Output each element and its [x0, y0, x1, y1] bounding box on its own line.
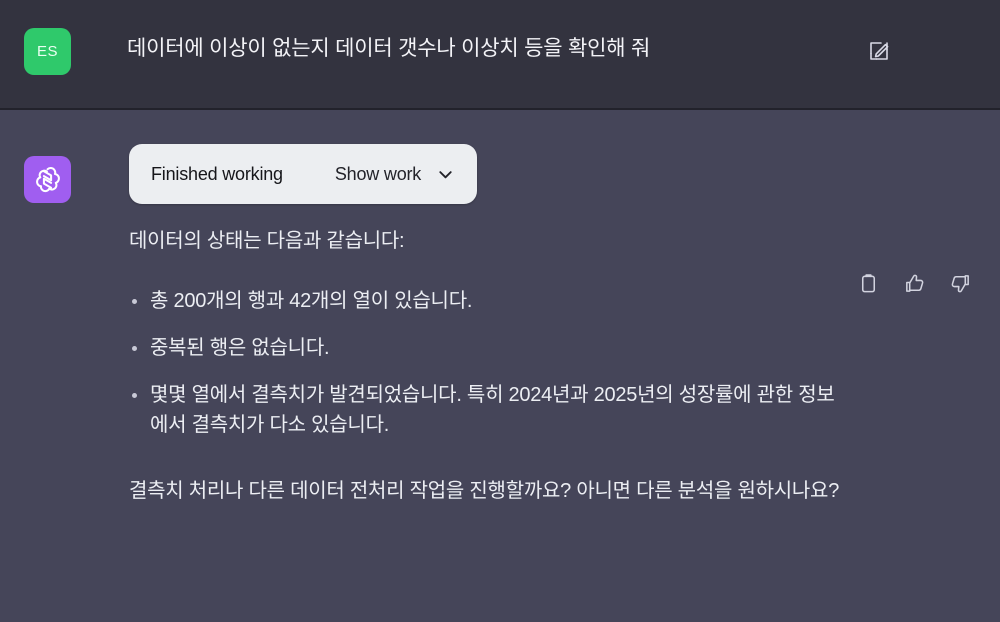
- list-item: 총 200개의 행과 42개의 열이 있습니다.: [129, 286, 846, 316]
- openai-logo-icon: [32, 164, 63, 195]
- thumbs-down-icon: [949, 272, 972, 295]
- list-item: 몇몇 열에서 결측치가 발견되었습니다. 특히 2024년과 2025년의 성장…: [129, 380, 846, 440]
- assistant-bullet-list: 총 200개의 행과 42개의 열이 있습니다. 중복된 행은 없습니다. 몇몇…: [129, 286, 846, 440]
- thumbs-down-button[interactable]: [947, 270, 973, 296]
- thumbs-up-button[interactable]: [901, 270, 927, 296]
- finished-working-label: Finished working: [151, 163, 283, 184]
- finished-working-card[interactable]: Finished working Show work: [129, 144, 478, 204]
- user-avatar: ES: [24, 28, 71, 75]
- edit-pencil-icon: [867, 39, 891, 63]
- copy-button[interactable]: [855, 270, 881, 296]
- chevron-down-icon[interactable]: [436, 165, 455, 184]
- list-item: 중복된 행은 없습니다.: [129, 333, 846, 363]
- user-avatar-initials: ES: [36, 43, 58, 60]
- assistant-message-turn: Finished working Show work 데이터의 상태는 다음과 …: [0, 110, 1000, 622]
- thumbs-up-icon: [903, 272, 926, 295]
- assistant-closing-paragraph: 결측치 처리나 다른 데이터 전처리 작업을 진행할까요? 아니면 다른 분석을…: [129, 480, 840, 502]
- user-message-turn: ES 데이터에 이상이 없는지 데이터 갯수나 이상치 등을 확인해 줘: [0, 0, 1000, 110]
- show-work-group[interactable]: Show work: [335, 164, 455, 185]
- assistant-avatar: [24, 156, 71, 203]
- show-work-label: Show work: [334, 163, 422, 184]
- user-message-text: 데이터에 이상이 없는지 데이터 갯수나 이상치 등을 확인해 줘: [127, 37, 651, 60]
- assistant-prose: 데이터의 상태는 다음과 같습니다: 총 200개의 행과 42개의 열이 있습…: [129, 226, 846, 506]
- assistant-lead-paragraph: 데이터의 상태는 다음과 같습니다:: [129, 230, 405, 252]
- copy-icon: [857, 272, 880, 295]
- chat-conversation: ES 데이터에 이상이 없는지 데이터 갯수나 이상치 등을 확인해 줘 Fin…: [0, 0, 1000, 622]
- message-actions: [855, 270, 973, 296]
- edit-message-button[interactable]: [865, 37, 893, 65]
- assistant-content: Finished working Show work 데이터의 상태는 다음과 …: [104, 144, 846, 506]
- assistant-avatar-wrapper: [24, 156, 71, 203]
